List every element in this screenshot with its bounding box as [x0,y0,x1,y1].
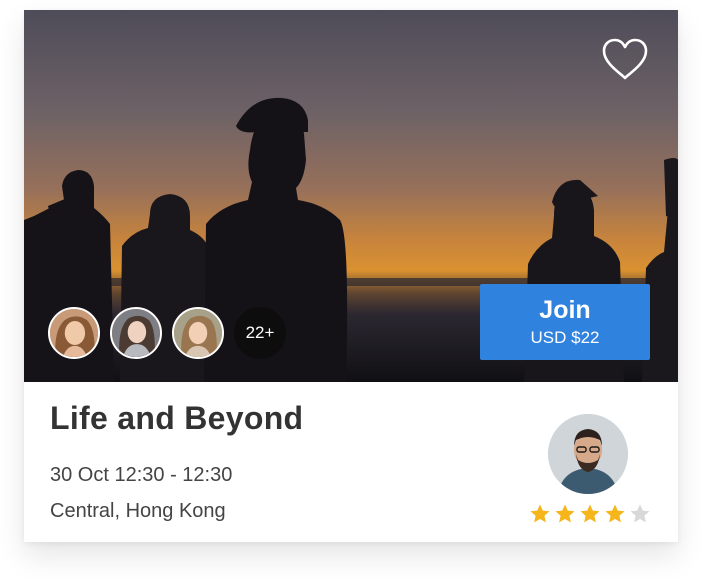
attendee-avatar[interactable] [172,307,224,359]
attendee-avatars: 22+ [48,304,286,362]
event-card[interactable]: 22+ Join USD $22 Life and Beyond 30 Oct … [24,10,678,542]
join-button[interactable]: Join USD $22 [480,284,650,360]
star-filled-icon [580,504,600,523]
star-filled-icon [605,504,625,523]
avatar-photo [112,309,160,357]
event-title: Life and Beyond [50,400,304,436]
star-filled-icon [555,504,575,523]
more-attendees-badge[interactable]: 22+ [234,307,286,359]
avatar-photo [174,309,222,357]
event-location: Central, Hong Kong [50,500,226,522]
favorite-button[interactable] [600,36,650,82]
event-datetime: 30 Oct 12:30 - 12:30 [50,464,233,486]
attendee-avatar[interactable] [48,307,100,359]
host-avatar[interactable] [548,414,628,494]
star-empty-icon [630,504,650,523]
host-photo [548,414,628,494]
host-rating [528,502,653,526]
star-filled-icon [530,504,550,523]
event-info: Life and Beyond 30 Oct 12:30 - 12:30 Cen… [24,382,678,542]
event-cover-image: 22+ Join USD $22 [24,10,678,382]
avatar-photo [50,309,98,357]
attendee-avatar[interactable] [110,307,162,359]
join-price: USD $22 [530,328,600,347]
join-label: Join [539,296,591,324]
heart-outline-icon [602,38,648,80]
